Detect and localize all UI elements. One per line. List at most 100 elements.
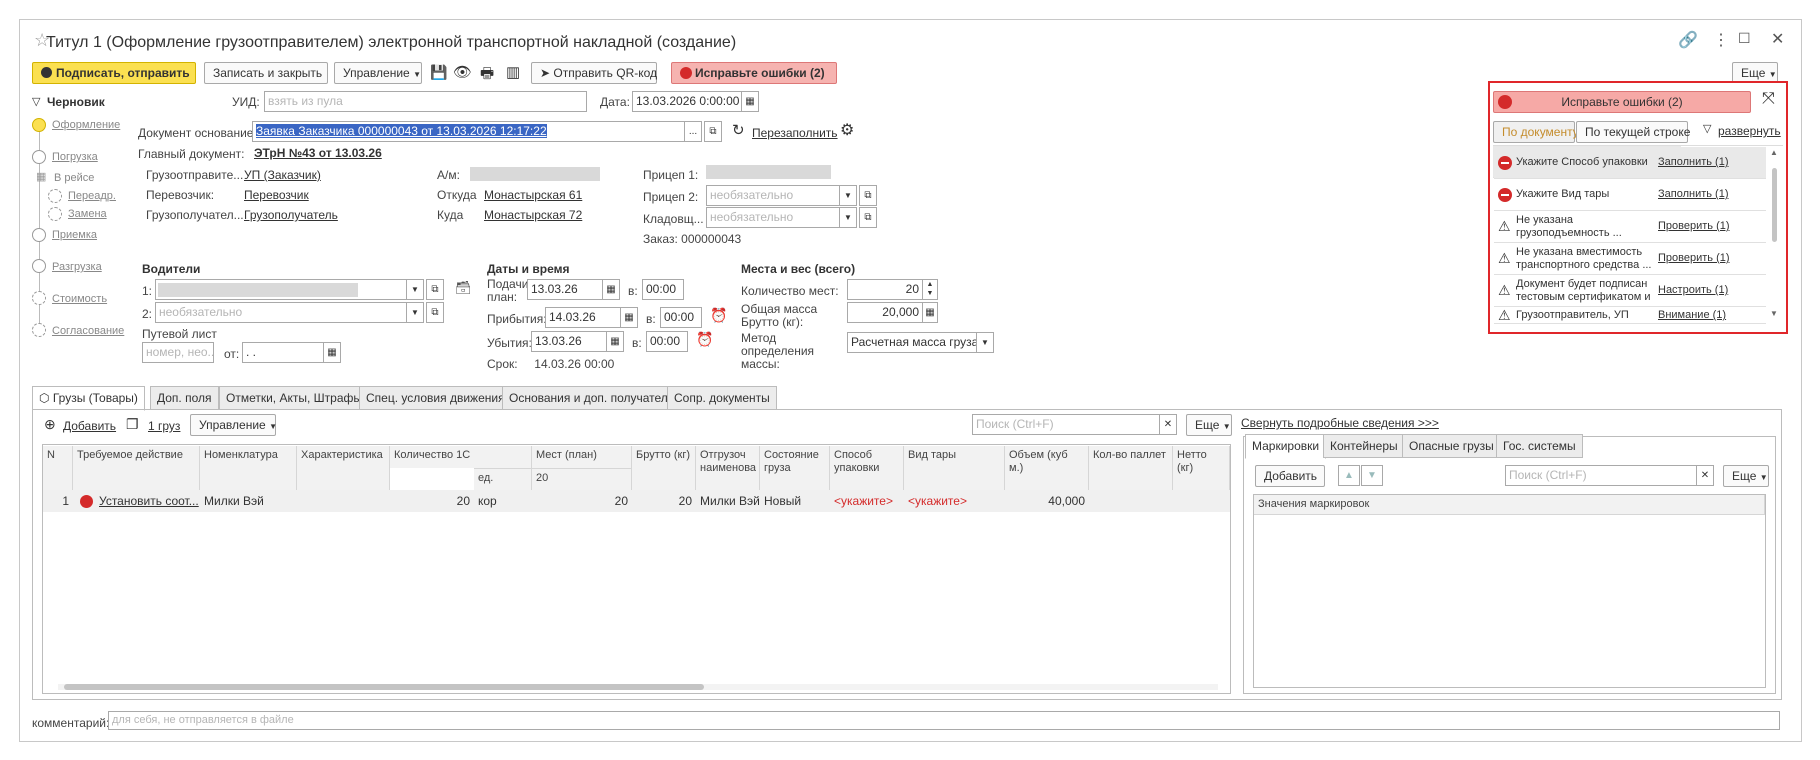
- consignee-link[interactable]: Грузополучатель: [244, 208, 338, 222]
- markings-search-input[interactable]: Поиск (Ctrl+F): [1505, 465, 1697, 486]
- scroll-up-icon[interactable]: ▲: [1770, 148, 1778, 157]
- col-characteristic[interactable]: Характеристика: [297, 446, 390, 490]
- error-item[interactable]: ⚠ Не указана вместимость транспортного ср…: [1494, 243, 1766, 275]
- add-goods-link[interactable]: Добавить: [63, 419, 116, 433]
- link-icon[interactable]: 🔗: [1678, 30, 1698, 50]
- copy-icon[interactable]: ❐: [126, 416, 139, 433]
- goods-search-clear[interactable]: ✕: [1159, 414, 1177, 435]
- driver-card-icon[interactable]: 🗃: [455, 280, 472, 296]
- date-input[interactable]: 13.03.2026 0:00:00: [632, 91, 742, 112]
- move-up-icon[interactable]: ▲: [1338, 465, 1360, 486]
- step-6-label[interactable]: Приемка: [52, 229, 97, 241]
- col-n[interactable]: N: [43, 446, 73, 490]
- errors-scrollbar-thumb[interactable]: [1772, 168, 1777, 242]
- submit-time-input[interactable]: 00:00: [642, 279, 684, 300]
- manage-button[interactable]: Управление ▼: [334, 62, 422, 84]
- step-8-label[interactable]: Стоимость: [52, 293, 107, 305]
- eye-icon[interactable]: 👁: [453, 63, 472, 81]
- filter-by-doc-button[interactable]: По документу: [1493, 121, 1579, 143]
- filter-by-row-button[interactable]: По текущей строке: [1576, 121, 1690, 143]
- col-nomenclature[interactable]: Номенклатура: [200, 446, 297, 490]
- side-tab-containers[interactable]: Контейнеры: [1323, 434, 1405, 458]
- status-toggle-icon[interactable]: ▽: [32, 95, 40, 108]
- sign-send-button[interactable]: Подписать, отправить: [32, 62, 196, 84]
- driver2-open-button[interactable]: ⧉: [426, 302, 444, 323]
- book-icon[interactable]: ▥: [506, 63, 520, 81]
- alarm-icon[interactable]: ⏰: [710, 307, 727, 324]
- row-tare[interactable]: <укажите>: [904, 490, 1005, 512]
- col-pallets[interactable]: Кол-во паллет: [1089, 446, 1173, 490]
- depart-time-input[interactable]: 00:00: [646, 331, 688, 352]
- main-doc-link[interactable]: ЭТрН №43 от 13.03.26: [254, 146, 382, 160]
- scroll-down-icon[interactable]: ▼: [1770, 309, 1778, 318]
- step-2-label[interactable]: Погрузка: [52, 151, 98, 163]
- fix-errors-button[interactable]: Исправьте ошибки (2): [671, 62, 837, 84]
- error-action-link[interactable]: Проверить (1): [1658, 252, 1730, 265]
- side-tab-dangerous[interactable]: Опасные грузы: [1402, 434, 1501, 458]
- store-input[interactable]: необязательно: [706, 207, 840, 228]
- expand-link[interactable]: развернуть: [1718, 124, 1781, 138]
- step-1-label[interactable]: Оформление: [52, 119, 120, 131]
- arrive-calendar-icon[interactable]: ▦: [620, 307, 638, 328]
- from-link[interactable]: Монастырская 61: [484, 188, 582, 202]
- markings-more-button[interactable]: Еще ▼: [1723, 465, 1769, 487]
- col-gross[interactable]: Брутто (кг): [632, 446, 696, 490]
- error-item[interactable]: ⚠ Не указана грузоподъемность ... Проверит…: [1494, 211, 1766, 243]
- step-7-label[interactable]: Разгрузка: [52, 261, 102, 273]
- save-close-button[interactable]: Записать и закрыть: [204, 62, 328, 84]
- tab-accompanying-docs[interactable]: Сопр. документы: [667, 386, 777, 410]
- driver1-dropdown[interactable]: ▼: [406, 279, 424, 300]
- error-action-link[interactable]: Внимание (1): [1658, 309, 1726, 322]
- error-action-link[interactable]: Проверить (1): [1658, 220, 1730, 233]
- store-open-button[interactable]: ⧉: [859, 207, 877, 228]
- uid-input[interactable]: взять из пула: [264, 91, 587, 112]
- shipper-link[interactable]: УП (Заказчик): [244, 168, 321, 182]
- goods-count-link[interactable]: 1 груз: [148, 419, 180, 433]
- driver2-dropdown[interactable]: ▼: [406, 302, 424, 323]
- col-qty[interactable]: Количество 1С: [390, 446, 532, 468]
- tab-goods[interactable]: ⬡ Грузы (Товары): [32, 386, 145, 411]
- arrive-time-input[interactable]: 00:00: [660, 307, 702, 328]
- filter-icon[interactable]: ▽: [1703, 122, 1711, 135]
- goods-search-input[interactable]: Поиск (Ctrl+F): [972, 414, 1160, 435]
- row-pack[interactable]: <укажите>: [830, 490, 904, 512]
- error-action-link[interactable]: Заполнить (1): [1658, 156, 1729, 169]
- step-5-label[interactable]: Замена: [68, 208, 107, 220]
- step-3-label[interactable]: В рейсе: [54, 172, 94, 184]
- calendar-icon[interactable]: ▦: [741, 91, 759, 112]
- send-qr-button[interactable]: ➤ Отправить QR-код: [531, 62, 657, 84]
- horizontal-scrollbar-thumb[interactable]: [64, 684, 704, 690]
- submit-date-input[interactable]: 13.03.26: [527, 279, 603, 300]
- tab-bases[interactable]: Основания и доп. получатели: [502, 386, 682, 410]
- error-item[interactable]: ⚠ Грузоотправитель, УП Внимание (1): [1494, 307, 1766, 324]
- driver1-open-button[interactable]: ⧉: [426, 279, 444, 300]
- driver2-input[interactable]: необязательно: [155, 302, 407, 323]
- depart-date-input[interactable]: 13.03.26: [531, 331, 607, 352]
- col-ship-name[interactable]: Отгрузоч наименова: [696, 446, 760, 490]
- add-marking-button[interactable]: Добавить: [1255, 465, 1325, 487]
- errors-panel-header[interactable]: Исправьте ошибки (2): [1493, 91, 1751, 113]
- error-item[interactable]: Укажите Вид тары Заполнить (1): [1494, 179, 1766, 211]
- carrier-link[interactable]: Перевозчик: [244, 188, 309, 202]
- tab-special-conditions[interactable]: Спец. условия движения: [359, 386, 512, 410]
- store-dropdown[interactable]: ▼: [839, 207, 857, 228]
- error-item[interactable]: ⚠ Документ будет подписан тестовым сертиф…: [1494, 275, 1766, 307]
- waybill-number-input[interactable]: номер, нео...: [142, 342, 214, 363]
- gear-icon[interactable]: ⚙: [840, 120, 854, 140]
- col-tare[interactable]: Вид тары: [904, 446, 1005, 490]
- error-action-link[interactable]: Настроить (1): [1658, 284, 1728, 297]
- calculator-icon[interactable]: ▦: [922, 302, 938, 323]
- kebab-menu-icon[interactable]: ⋮: [1713, 30, 1729, 50]
- method-input[interactable]: Расчетная масса груза: [847, 332, 977, 353]
- tab-extra-fields[interactable]: Доп. поля: [150, 386, 219, 410]
- col-places[interactable]: Мест (план): [532, 446, 632, 468]
- error-action-link[interactable]: Заполнить (1): [1658, 188, 1729, 201]
- arrive-date-input[interactable]: 14.03.26: [545, 307, 621, 328]
- col-places-sub[interactable]: 20: [532, 468, 632, 490]
- close-icon[interactable]: ✕: [1771, 29, 1784, 49]
- markings-search-clear[interactable]: ✕: [1696, 465, 1714, 486]
- col-net[interactable]: Нетто (кг): [1173, 446, 1230, 490]
- collapse-details-link[interactable]: Свернуть подробные сведения >>>: [1241, 416, 1439, 430]
- add-icon[interactable]: ⊕: [44, 416, 56, 433]
- trailer2-open-button[interactable]: ⧉: [859, 185, 877, 206]
